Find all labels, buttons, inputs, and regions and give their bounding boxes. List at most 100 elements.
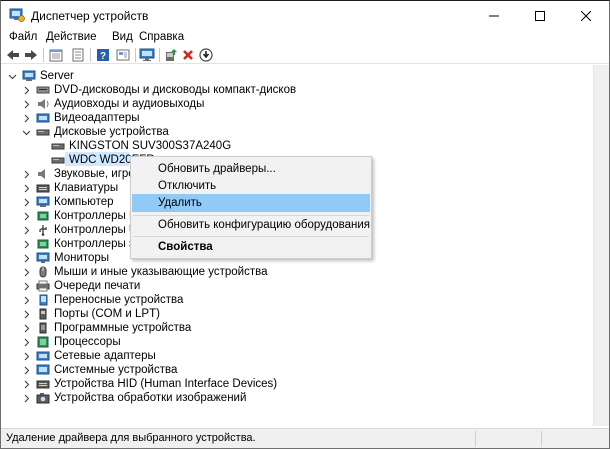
show-hidden-icon[interactable]	[48, 47, 64, 63]
tree-node-network-adapters[interactable]: Сетевые адаптеры	[22, 349, 156, 363]
chevron-right-icon[interactable]	[22, 366, 31, 375]
tree-node-label: Переносные устройства	[54, 294, 184, 306]
software-device-icon	[36, 322, 50, 334]
chevron-right-icon[interactable]	[22, 198, 31, 207]
chevron-right-icon[interactable]	[22, 184, 31, 193]
toolbar-separator	[43, 48, 44, 62]
monitor-icon	[36, 252, 50, 264]
chevron-right-icon[interactable]	[22, 338, 31, 347]
menu-help[interactable]: Справка	[139, 31, 184, 43]
tree-node-software-devices[interactable]: Программные устройства	[22, 321, 191, 335]
help-icon[interactable]: ?	[95, 47, 111, 63]
tree-node-audio-io[interactable]: Аудиовходы и аудиовыходы	[22, 97, 204, 111]
tree-node-keyboards[interactable]: Клавиатуры	[22, 181, 118, 195]
tree-node-portable-devices[interactable]: Переносные устройства	[22, 293, 183, 307]
chevron-right-icon[interactable]	[22, 100, 31, 109]
chevron-right-icon[interactable]	[22, 380, 31, 389]
minimize-button[interactable]	[471, 1, 517, 30]
tree-node-dvd[interactable]: DVD-дисководы и дисководы компакт-дисков	[22, 83, 296, 97]
tree-node-label: Аудиовходы и аудиовыходы	[54, 98, 205, 110]
chevron-right-icon[interactable]	[22, 282, 31, 291]
chevron-right-icon[interactable]	[22, 324, 31, 333]
add-driver-icon[interactable]	[163, 47, 179, 63]
hid-icon	[36, 378, 50, 390]
tree-node-system-devices[interactable]: Системные устройства	[22, 363, 177, 377]
menu-uninstall-device[interactable]: Удалить	[132, 194, 370, 212]
sound-device-icon	[36, 168, 50, 180]
forward-arrow-icon[interactable]	[23, 47, 39, 63]
chevron-right-icon[interactable]	[22, 394, 31, 403]
remove-device-icon[interactable]	[180, 47, 196, 63]
menu-scan-hardware-changes[interactable]: Обновить конфигурацию оборудования	[132, 216, 370, 234]
mouse-icon	[36, 266, 50, 278]
download-driver-icon[interactable]	[198, 47, 214, 63]
tree-node-label: Программные устройства	[54, 322, 192, 334]
maximize-icon	[535, 10, 545, 21]
menu-action[interactable]: Действие	[46, 31, 97, 43]
maximize-button[interactable]	[517, 1, 563, 30]
back-arrow-icon[interactable]	[5, 47, 21, 63]
tree-node-label: Дисковые устройства	[54, 126, 169, 138]
chevron-right-icon[interactable]	[22, 310, 31, 319]
chevron-right-icon[interactable]	[22, 240, 31, 249]
keyboard-icon	[36, 182, 50, 194]
menu-file[interactable]: Файл	[9, 31, 37, 43]
tree-node-imaging-devices[interactable]: Устройства обработки изображений	[22, 391, 246, 405]
chevron-right-icon[interactable]	[22, 170, 31, 179]
tree-node-monitors[interactable]: Мониторы	[22, 251, 109, 265]
tree-node-ports[interactable]: Порты (COM и LPT)	[22, 307, 160, 321]
chevron-right-icon[interactable]	[22, 212, 31, 221]
properties-icon[interactable]	[70, 47, 86, 63]
tree-node-label: Процессоры	[54, 336, 121, 348]
vertical-scrollbar[interactable]	[593, 65, 609, 426]
tree-node-disk-drives[interactable]: Дисковые устройства	[22, 125, 169, 139]
speaker-icon	[36, 98, 50, 110]
chevron-right-icon[interactable]	[22, 86, 31, 95]
chevron-right-icon[interactable]	[22, 296, 31, 305]
window-title: Диспетчер устройств	[31, 9, 149, 23]
toolbar-separator	[159, 48, 160, 62]
disk-drive-icon	[51, 140, 65, 152]
title-bar[interactable]: Диспетчер устройств	[1, 1, 609, 30]
status-text: Удаление драйвера для выбранного устройс…	[6, 432, 256, 444]
tree-node-label: Устройства обработки изображений	[54, 392, 247, 404]
storage-controller-icon	[36, 238, 50, 250]
chevron-right-icon[interactable]	[22, 254, 31, 263]
disk-drive-icon	[36, 126, 50, 138]
svg-text:?: ?	[100, 51, 106, 62]
refresh-icon[interactable]	[115, 47, 131, 63]
tree-node-processors[interactable]: Процессоры	[22, 335, 121, 349]
computer-icon	[36, 196, 50, 208]
menu-update-drivers[interactable]: Обновить драйверы...	[132, 160, 370, 178]
dvd-drive-icon	[36, 84, 50, 96]
tree-node-label: KINGSTON SUV300S37A240G	[69, 140, 232, 152]
chevron-down-icon[interactable]	[8, 72, 17, 81]
camera-icon	[36, 392, 50, 404]
tree-node-label: Видеоадаптеры	[54, 112, 140, 124]
tree-node-kingston-disk[interactable]: KINGSTON SUV300S37A240G	[51, 139, 231, 153]
system-device-icon	[36, 364, 50, 376]
minimize-icon	[489, 15, 499, 16]
monitor-icon[interactable]	[139, 47, 155, 63]
chevron-right-icon[interactable]	[22, 268, 31, 277]
close-button[interactable]	[563, 1, 609, 30]
port-icon	[36, 308, 50, 320]
menu-disable-device[interactable]: Отключить	[132, 177, 370, 195]
tree-node-label: Клавиатуры	[54, 182, 119, 194]
tree-node-mice[interactable]: Мыши и иные указывающие устройства	[22, 265, 268, 279]
tree-node-label: DVD-дисководы и дисководы компакт-дисков	[54, 84, 297, 96]
controller-chip-icon	[36, 210, 50, 222]
scrollbar-thumb[interactable]	[597, 65, 607, 426]
chevron-right-icon[interactable]	[22, 226, 31, 235]
menu-view[interactable]: Вид	[112, 31, 133, 43]
tree-node-hid[interactable]: Устройства HID (Human Interface Devices)	[22, 377, 277, 391]
tree-node-computer[interactable]: Компьютер	[22, 195, 114, 209]
menu-properties[interactable]: Свойства	[132, 238, 370, 256]
chevron-right-icon[interactable]	[22, 114, 31, 123]
chevron-right-icon[interactable]	[22, 352, 31, 361]
tree-node-display-adapters[interactable]: Видеоадаптеры	[22, 111, 140, 125]
tree-node-print-queues[interactable]: Очереди печати	[22, 279, 140, 293]
chevron-down-icon[interactable]	[22, 128, 31, 137]
tree-node-label: Мыши и иные указывающие устройства	[54, 266, 268, 278]
tree-node-root[interactable]: Server	[8, 69, 74, 83]
